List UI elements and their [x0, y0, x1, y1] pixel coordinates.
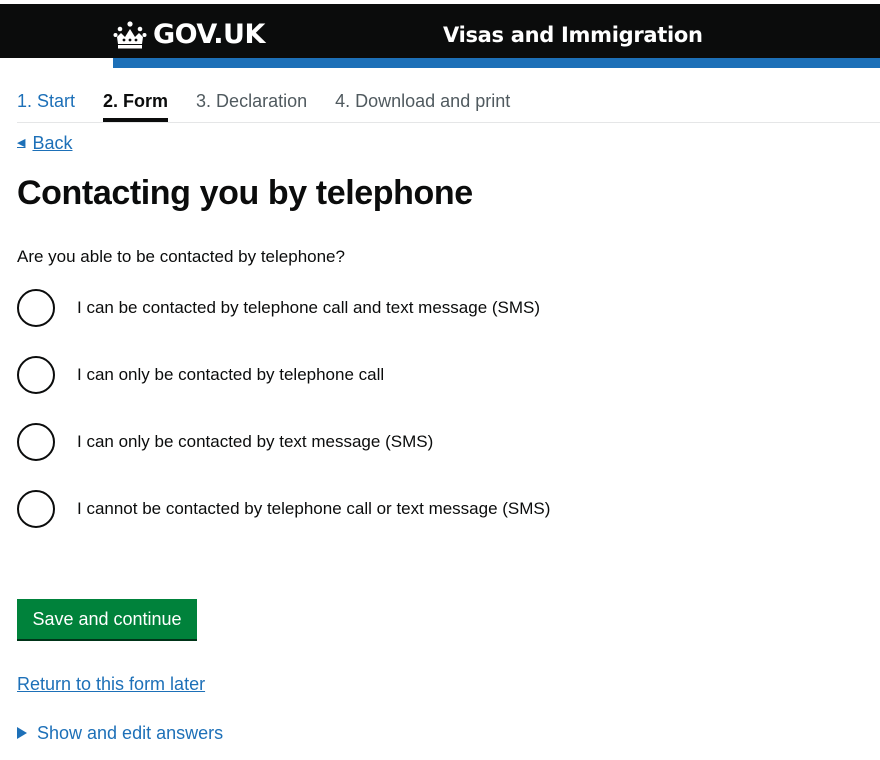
- crown-icon: [113, 21, 147, 49]
- show-answers-label[interactable]: Show and edit answers: [37, 721, 223, 745]
- radio-label[interactable]: I can only be contacted by telephone cal…: [77, 363, 384, 387]
- radio-no-contact[interactable]: I cannot be contacted by telephone call …: [17, 489, 550, 529]
- radio-call-and-sms[interactable]: I can be contacted by telephone call and…: [17, 288, 540, 328]
- return-later-link[interactable]: Return to this form later: [17, 672, 205, 696]
- radio-button[interactable]: [17, 289, 55, 327]
- radio-label[interactable]: I cannot be contacted by telephone call …: [77, 497, 550, 521]
- back-link-label: Back: [32, 133, 73, 153]
- page-title: Contacting you by telephone: [17, 174, 473, 212]
- radio-label[interactable]: I can be contacted by telephone call and…: [77, 296, 540, 320]
- radio-button[interactable]: [17, 356, 55, 394]
- show-answers-toggle[interactable]: Show and edit answers: [17, 721, 223, 745]
- steps-divider: [17, 122, 880, 123]
- logo-text: GOV.UK: [153, 19, 265, 50]
- step-start[interactable]: 1. Start: [17, 88, 75, 122]
- site-header: GOV.UK Visas and Immigration: [0, 4, 880, 58]
- radio-button[interactable]: [17, 490, 55, 528]
- question-label: Are you able to be contacted by telephon…: [17, 247, 345, 266]
- govuk-logo-link[interactable]: GOV.UK: [113, 17, 265, 53]
- header-accent-bar: [113, 58, 880, 68]
- right-triangle-icon: [17, 727, 27, 739]
- step-form: 2. Form: [103, 88, 169, 122]
- radio-label[interactable]: I can only be contacted by text message …: [77, 430, 433, 454]
- step-declaration: 3. Declaration: [196, 91, 308, 111]
- step-navigation: 1. Start 2. Form 3. Declaration 4. Downl…: [17, 88, 538, 122]
- save-and-continue-button[interactable]: Save and continue: [17, 599, 197, 639]
- back-link[interactable]: ◀ Back: [17, 131, 73, 155]
- radio-sms-only[interactable]: I can only be contacted by text message …: [17, 422, 433, 462]
- left-triangle-icon: ◀: [17, 137, 26, 149]
- radio-call-only[interactable]: I can only be contacted by telephone cal…: [17, 355, 384, 395]
- radio-button[interactable]: [17, 423, 55, 461]
- service-name[interactable]: Visas and Immigration: [443, 20, 703, 50]
- step-download-and-print: 4. Download and print: [335, 91, 511, 111]
